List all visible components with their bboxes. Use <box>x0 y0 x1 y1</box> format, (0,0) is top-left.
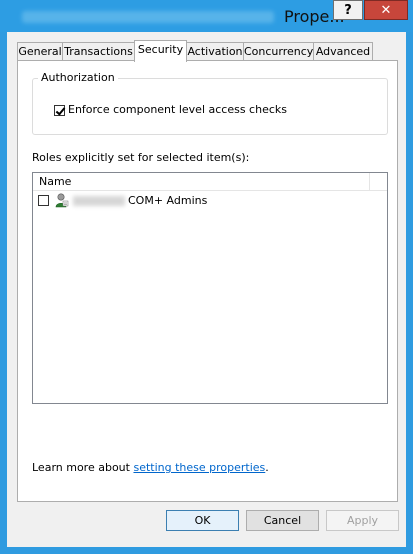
security-tab-panel: Authorization Enforce component level ac… <box>17 60 398 502</box>
apply-button[interactable]: Apply <box>326 510 399 531</box>
tab-advanced[interactable]: Advanced <box>313 42 373 60</box>
tab-transactions[interactable]: Transactions <box>62 42 135 60</box>
dialog-client-area: General Transactions Security Activation… <box>7 32 406 547</box>
tab-activation[interactable]: Activation <box>186 42 244 60</box>
enforce-access-checks-checkbox[interactable] <box>54 105 65 116</box>
column-header-name[interactable]: Name <box>33 173 370 190</box>
role-checkbox[interactable] <box>38 195 49 206</box>
blurred-role-prefix <box>73 196 125 206</box>
tab-security[interactable]: Security <box>134 40 187 62</box>
roles-list[interactable]: Name COM+ Admins <box>32 172 388 404</box>
role-name: COM+ Admins <box>128 194 208 207</box>
learn-more-suffix: . <box>265 461 269 474</box>
cancel-button[interactable]: Cancel <box>246 510 319 531</box>
learn-more-link[interactable]: setting these properties <box>133 461 265 474</box>
learn-more-text: Learn more about setting these propertie… <box>32 461 269 474</box>
ok-button[interactable]: OK <box>166 510 239 531</box>
tab-concurrency[interactable]: Concurrency <box>243 42 314 60</box>
learn-more-prefix: Learn more about <box>32 461 134 474</box>
authorization-group-label: Authorization <box>38 71 118 84</box>
list-header: Name <box>33 173 387 191</box>
authorization-group: Authorization Enforce component level ac… <box>32 71 388 135</box>
help-button[interactable]: ? <box>333 0 363 20</box>
properties-dialog: Prope... ? ✕ General Transactions Securi… <box>0 0 413 554</box>
blurred-title-prefix <box>22 11 274 23</box>
close-button[interactable]: ✕ <box>364 0 408 20</box>
user-icon <box>55 193 69 208</box>
list-item[interactable]: COM+ Admins <box>33 192 387 210</box>
roles-label: Roles explicitly set for selected item(s… <box>32 151 250 164</box>
tab-general[interactable]: General <box>17 42 63 60</box>
title-bar[interactable]: Prope... ? ✕ <box>0 0 413 32</box>
enforce-access-checks-label[interactable]: Enforce component level access checks <box>68 103 287 116</box>
